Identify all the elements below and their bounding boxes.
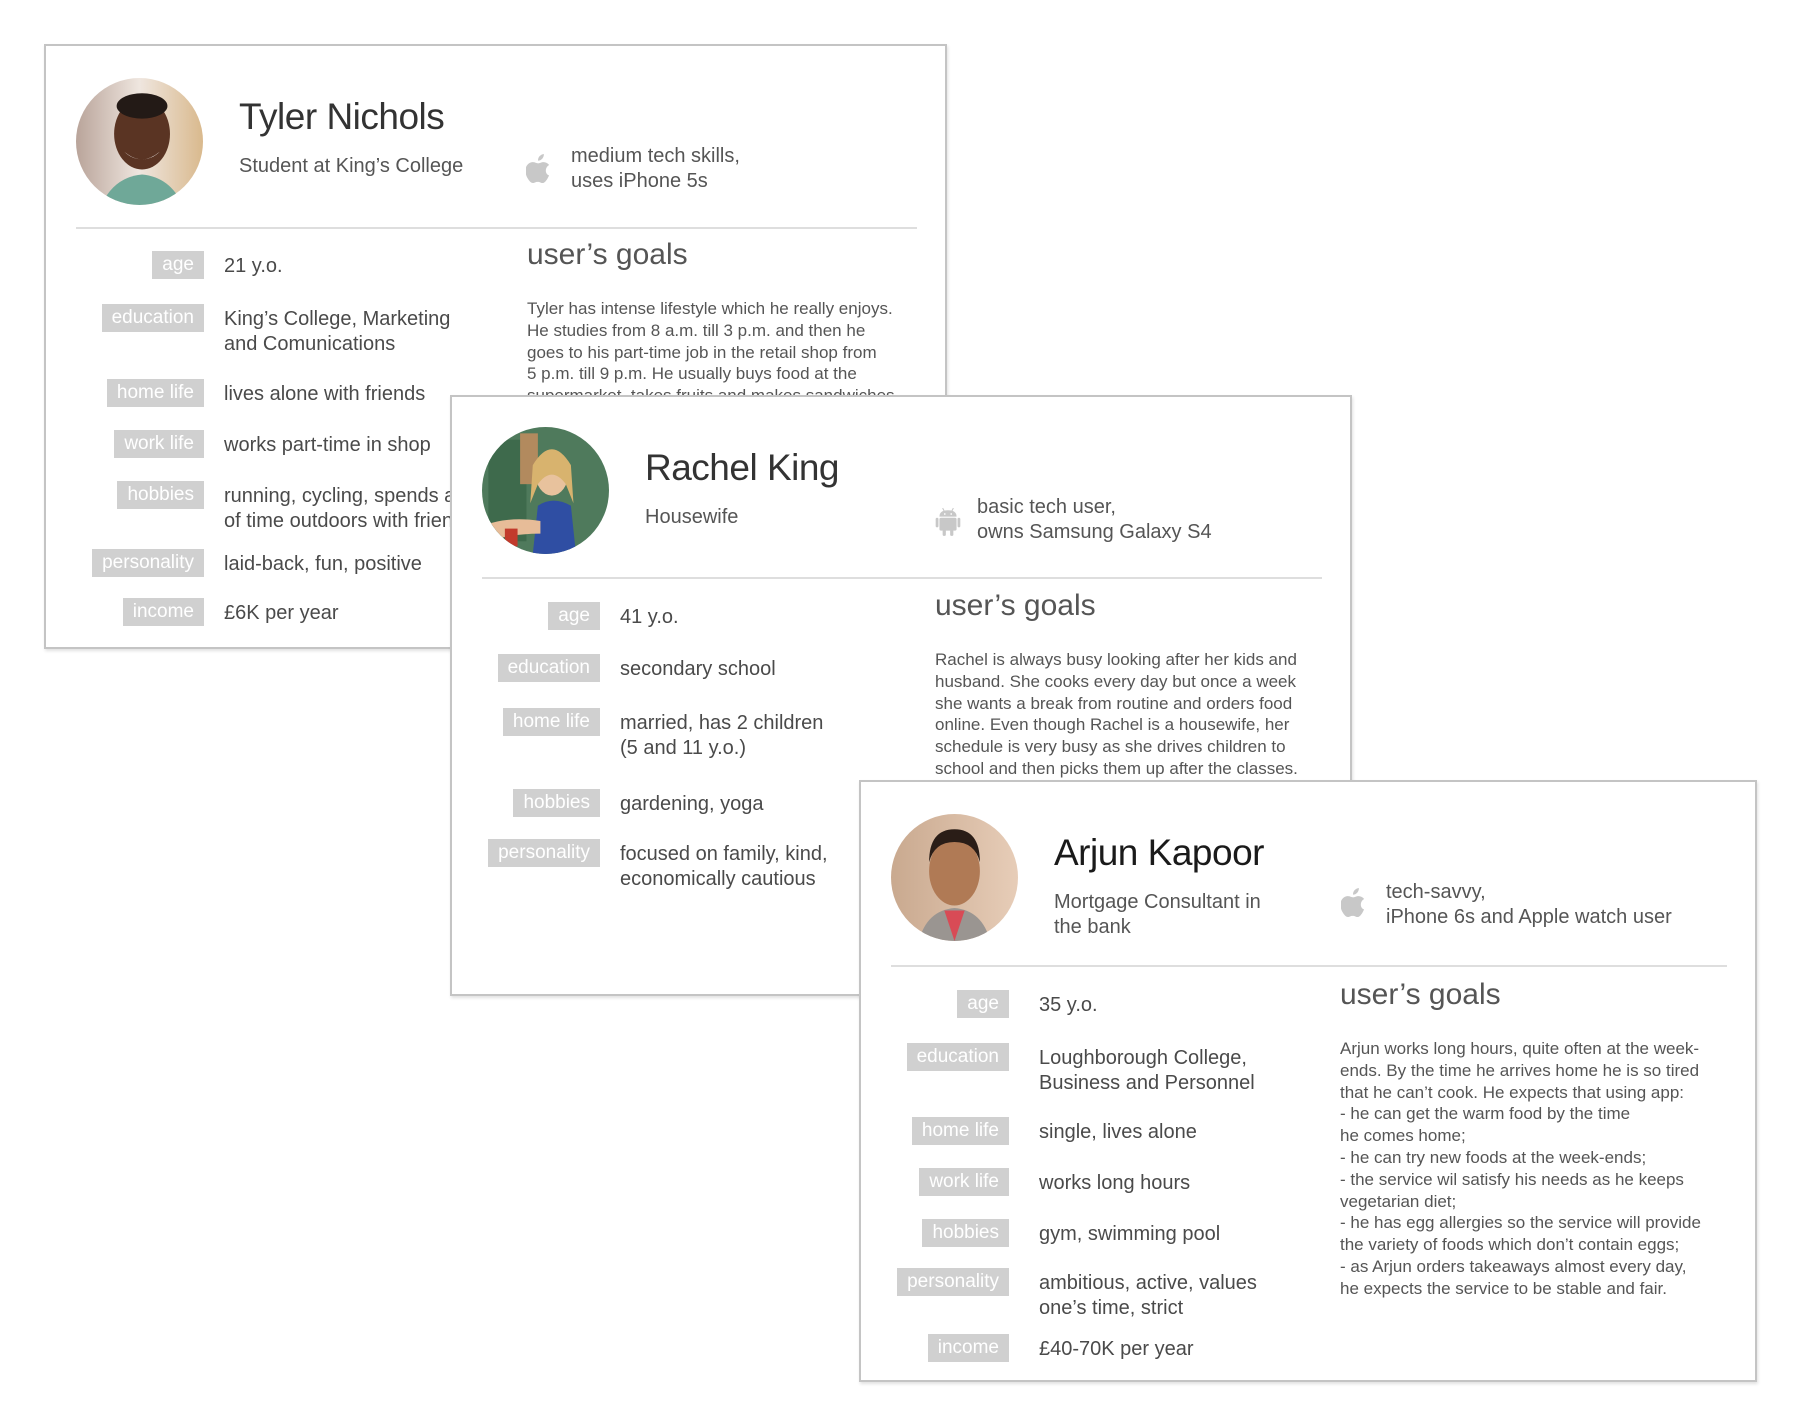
attribute-label: income bbox=[122, 598, 204, 626]
attribute-label: personality bbox=[897, 1268, 1009, 1296]
attribute-label: home life bbox=[502, 708, 600, 736]
apple-icon bbox=[1340, 888, 1367, 918]
persona-role: Housewife bbox=[645, 506, 739, 528]
goals-heading: user’s goals bbox=[935, 589, 1096, 622]
goals-heading: user’s goals bbox=[1340, 978, 1501, 1011]
attribute-label: hobbies bbox=[513, 789, 600, 817]
avatar-photo bbox=[76, 78, 203, 205]
persona-name: Tyler Nichols bbox=[239, 96, 445, 137]
attribute-label: education bbox=[906, 1043, 1009, 1071]
tech-skills: tech-savvy, iPhone 6s and Apple watch us… bbox=[1386, 881, 1672, 928]
attribute-label: hobbies bbox=[117, 481, 204, 509]
persona-role: Student at King’s College bbox=[239, 155, 464, 177]
persona-name: Rachel King bbox=[645, 447, 840, 488]
persona-role: Mortgage Consultant in the bank bbox=[1054, 891, 1261, 938]
attribute-label: age bbox=[152, 251, 204, 279]
avatar-photo bbox=[891, 814, 1018, 941]
attribute-label: work life bbox=[114, 430, 204, 458]
persona-card-arjun: Arjun Kapoor Mortgage Consultant in the … bbox=[859, 780, 1757, 1382]
attribute-label: education bbox=[101, 304, 204, 332]
goals-heading: user’s goals bbox=[527, 238, 688, 271]
attribute-label: age bbox=[957, 990, 1009, 1018]
tech-skills: basic tech user, owns Samsung Galaxy S4 bbox=[977, 496, 1212, 543]
divider bbox=[482, 577, 1322, 579]
attribute-label: age bbox=[548, 602, 600, 630]
attribute-value: £40-70K per year bbox=[1039, 1338, 1194, 1360]
divider bbox=[76, 227, 917, 229]
attribute-label: income bbox=[927, 1334, 1009, 1362]
android-icon bbox=[935, 507, 961, 537]
attribute-label: personality bbox=[92, 549, 204, 577]
attribute-label: education bbox=[497, 654, 600, 682]
attribute-label: home life bbox=[911, 1117, 1009, 1145]
attribute-label: home life bbox=[106, 379, 204, 407]
persona-name: Arjun Kapoor bbox=[1054, 832, 1264, 873]
goals-text: Rachel is always busy looking after her … bbox=[935, 650, 1298, 778]
attribute-label: work life bbox=[919, 1168, 1009, 1196]
goals-text: Tyler has intense lifestyle which he rea… bbox=[527, 299, 899, 405]
avatar-photo bbox=[482, 427, 609, 554]
apple-icon bbox=[525, 154, 552, 184]
divider bbox=[891, 965, 1727, 967]
goals-text: Arjun works long hours, quite often at t… bbox=[1340, 1039, 1701, 1298]
attribute-label: hobbies bbox=[922, 1219, 1009, 1247]
tech-skills: medium tech skills, uses iPhone 5s bbox=[571, 145, 740, 192]
attribute-label: personality bbox=[488, 839, 600, 867]
